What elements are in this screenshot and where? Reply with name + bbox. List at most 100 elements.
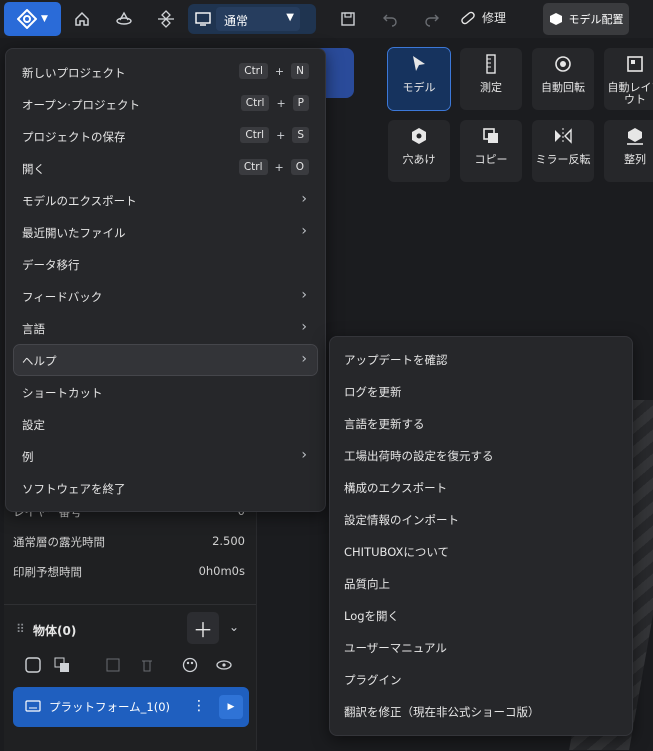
tool-label: ミラー反転 bbox=[535, 153, 591, 166]
auto-rotate-icon bbox=[555, 56, 571, 72]
group-button[interactable] bbox=[53, 656, 71, 674]
menu-item-data-migration[interactable]: データ移行 bbox=[14, 249, 317, 279]
help-item-quality[interactable]: 品質向上 bbox=[344, 576, 390, 602]
help-item-about[interactable]: CHITUBOXについて bbox=[344, 544, 449, 570]
repair-button[interactable]: 修理 bbox=[460, 9, 506, 26]
menu-item-examples[interactable]: 例 › bbox=[14, 441, 317, 471]
menu-item-label: 開く bbox=[22, 162, 45, 176]
cube-icon bbox=[549, 13, 562, 25]
move-icon bbox=[158, 10, 174, 28]
tool-label: 整列 bbox=[624, 153, 646, 166]
menu-item-label: オープン·プロジェクト bbox=[22, 98, 140, 112]
help-item-factory-reset[interactable]: 工場出荷時の設定を復元する bbox=[344, 448, 494, 474]
menu-item-label: アップデートを確認 bbox=[344, 353, 448, 367]
auto-layout-icon bbox=[627, 56, 643, 72]
help-item-fix-translation[interactable]: 翻訳を修正（現在非公式ショーコ版） bbox=[344, 704, 540, 730]
menu-item-label: 言語を更新する bbox=[344, 417, 425, 431]
top-toolbar: ▼ 通常 ▼ 修理 モデル配置 bbox=[0, 0, 653, 38]
info-label: 通常層の露光時間 bbox=[13, 535, 105, 549]
menu-item-label: 言語 bbox=[22, 322, 45, 336]
color-button[interactable] bbox=[181, 656, 199, 674]
tool-model[interactable]: モデル bbox=[387, 47, 451, 111]
chevron-right-icon: › bbox=[301, 351, 307, 367]
tool-arrange[interactable]: 整列 bbox=[604, 120, 653, 182]
home-button[interactable] bbox=[67, 4, 97, 34]
menu-item-open[interactable]: 開く Ctrl + O bbox=[14, 153, 317, 183]
app-logo-icon bbox=[17, 9, 38, 29]
menu-item-label: 工場出荷時の設定を復元する bbox=[344, 449, 494, 463]
save-button[interactable] bbox=[333, 4, 363, 34]
menu-item-label: 構成のエクスポート bbox=[344, 481, 448, 495]
tool-label: 測定 bbox=[480, 81, 502, 94]
help-item-update-log[interactable]: ログを更新 bbox=[344, 384, 402, 410]
frame-button[interactable] bbox=[104, 656, 122, 674]
chevron-right-icon: › bbox=[301, 287, 307, 303]
support-view-button[interactable] bbox=[151, 4, 181, 34]
key: N bbox=[291, 63, 309, 79]
help-item-export-config[interactable]: 構成のエクスポート bbox=[344, 480, 447, 506]
model-place-button[interactable]: モデル配置 bbox=[543, 3, 629, 35]
help-item-update-language[interactable]: 言語を更新する bbox=[344, 416, 425, 442]
help-item-import-settings[interactable]: 設定情報のインポート bbox=[344, 512, 459, 538]
menu-item-label: Logを開く bbox=[344, 609, 400, 623]
chevron-right-icon: › bbox=[301, 223, 307, 239]
platform-item[interactable]: プラットフォーム_1(0) ⋮ ▶ bbox=[13, 687, 249, 727]
more-vertical-icon[interactable]: ⋮ bbox=[192, 698, 206, 714]
tool-copy[interactable]: コピー bbox=[460, 120, 522, 182]
ruler-icon bbox=[486, 54, 496, 74]
menu-item-label: ログを更新 bbox=[344, 385, 402, 399]
menu-item-save-project[interactable]: プロジェクトの保存 Ctrl + S bbox=[14, 121, 317, 151]
app-menu-button[interactable]: ▼ bbox=[4, 2, 61, 36]
menu-item-label: 設定情報のインポート bbox=[344, 513, 459, 527]
menu-item-label: 最近開いたファイル bbox=[22, 226, 126, 240]
layers-icon bbox=[116, 11, 132, 25]
tool-auto-layout[interactable]: 自動レイアウト bbox=[604, 48, 653, 110]
cursor-icon bbox=[413, 56, 425, 71]
menu-item-label: 品質向上 bbox=[344, 577, 390, 591]
slice-view-button[interactable] bbox=[109, 4, 139, 34]
help-item-plugins[interactable]: プラグイン bbox=[344, 672, 402, 698]
visibility-button[interactable] bbox=[215, 656, 233, 674]
menu-item-open-project[interactable]: オープン·プロジェクト Ctrl + P bbox=[14, 89, 317, 119]
undo-button[interactable] bbox=[375, 4, 405, 34]
menu-item-shortcuts[interactable]: ショートカット bbox=[14, 377, 317, 407]
expand-platform-button[interactable]: ▶ bbox=[219, 695, 243, 719]
plus-icon: ＋ bbox=[193, 617, 213, 642]
tool-label: コピー bbox=[474, 153, 508, 166]
help-item-open-log[interactable]: Logを開く bbox=[344, 608, 399, 634]
redo-button[interactable] bbox=[417, 4, 447, 34]
arrange-icon bbox=[627, 128, 643, 145]
palette-icon bbox=[182, 657, 198, 673]
tool-label: 自動レイアウト bbox=[607, 81, 653, 106]
tool-auto-rotate[interactable]: 自動回転 bbox=[532, 48, 594, 110]
menu-item-recent-files[interactable]: 最近開いたファイル › bbox=[14, 217, 317, 247]
view-mode-value: 通常 bbox=[224, 14, 249, 28]
key: S bbox=[292, 127, 309, 143]
collapse-button[interactable]: ⌄ bbox=[229, 620, 239, 634]
menu-item-label: プラグイン bbox=[344, 673, 402, 687]
shortcut: Ctrl + P bbox=[240, 95, 309, 111]
select-all-checkbox[interactable] bbox=[24, 656, 42, 674]
menu-item-export-model[interactable]: モデルのエクスポート › bbox=[14, 185, 317, 215]
objects-title: 物体(0) bbox=[33, 624, 77, 638]
menu-item-exit[interactable]: ソフトウェアを終了 bbox=[14, 473, 317, 503]
menu-item-help[interactable]: ヘルプ › bbox=[13, 344, 318, 376]
menu-item-new-project[interactable]: 新しいプロジェクト Ctrl + N bbox=[14, 57, 317, 87]
frame-icon bbox=[106, 658, 120, 672]
shortcut: Ctrl + O bbox=[238, 159, 309, 175]
view-mode-select[interactable]: 通常 ▼ bbox=[216, 7, 300, 31]
add-object-button[interactable]: ＋ bbox=[187, 612, 219, 644]
delete-button[interactable] bbox=[138, 656, 156, 674]
plus-sign: + bbox=[276, 128, 286, 142]
tool-measure[interactable]: 測定 bbox=[460, 48, 522, 110]
trash-icon bbox=[142, 660, 152, 672]
menu-item-language[interactable]: 言語 › bbox=[14, 313, 317, 343]
tool-hollow[interactable]: 穴あけ bbox=[388, 120, 450, 182]
help-item-check-update[interactable]: アップデートを確認 bbox=[344, 352, 448, 378]
menu-item-feedback[interactable]: フィードバック › bbox=[14, 281, 317, 311]
tool-mirror[interactable]: ミラー反転 bbox=[532, 120, 594, 182]
play-icon: ▶ bbox=[227, 702, 235, 712]
menu-item-settings[interactable]: 設定 bbox=[14, 409, 317, 439]
help-item-user-manual[interactable]: ユーザーマニュアル bbox=[344, 640, 447, 666]
drag-handle-icon[interactable]: ⠿ bbox=[16, 622, 25, 636]
